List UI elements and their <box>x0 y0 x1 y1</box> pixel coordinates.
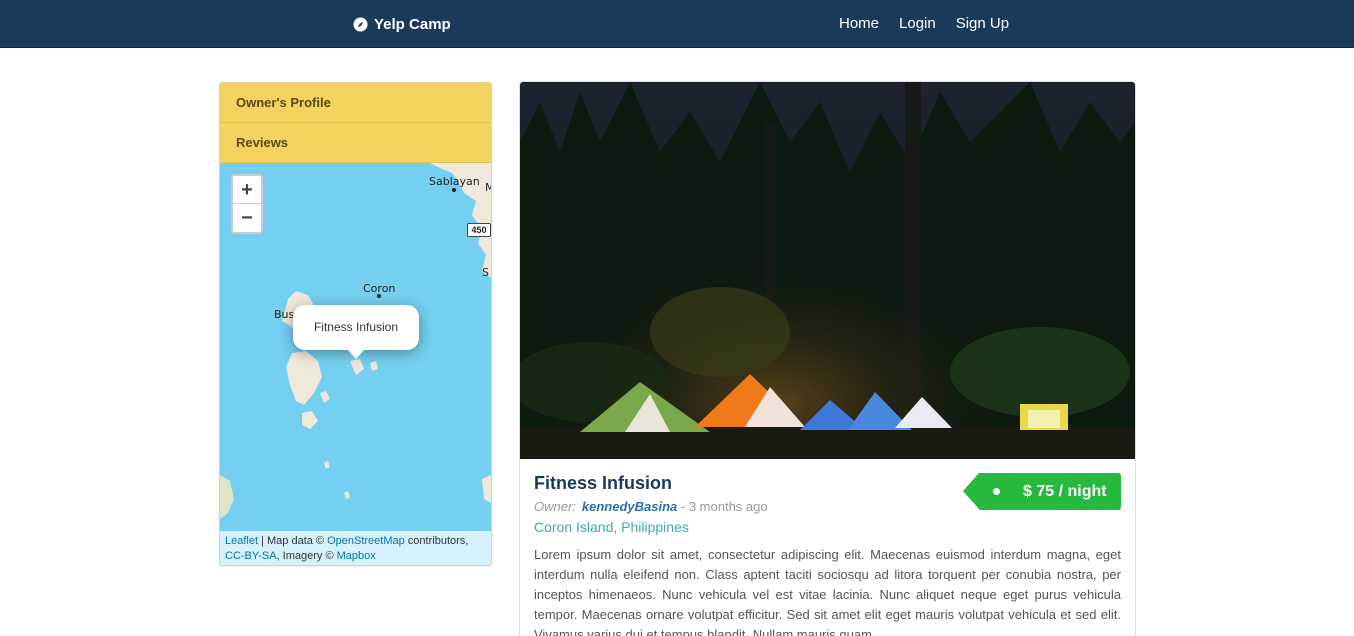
map-label-busuanga: Bus <box>274 308 295 321</box>
osm-link[interactable]: OpenStreetMap <box>327 535 405 547</box>
map-label-sablayan: Sablayan <box>429 175 480 188</box>
posted-time: - 3 months ago <box>677 499 768 514</box>
price-label: $ 75 / night <box>1023 483 1107 500</box>
attribution-contrib: contributors, <box>404 535 469 547</box>
owner-link[interactable]: kennedyBasina <box>582 499 677 514</box>
license-link[interactable]: CC-BY-SA <box>225 550 277 562</box>
zoom-out-button[interactable]: − <box>233 204 261 232</box>
mapbox-link[interactable]: Mapbox <box>337 550 376 562</box>
leaflet-link[interactable]: Leaflet <box>225 535 258 547</box>
nav-signup-link[interactable]: Sign Up <box>946 14 1019 34</box>
brand-link[interactable]: Yelp Camp <box>353 14 451 34</box>
map[interactable]: Sablayan Coron Bus S M 450 + − Fitness I… <box>220 163 491 565</box>
navbar: Yelp Camp Home Login Sign Up <box>0 0 1354 48</box>
attribution-imagery: , Imagery © <box>276 550 337 562</box>
map-popup: Fitness Infusion <box>293 305 419 359</box>
campground-location: Coron Island, Philippines <box>534 519 689 535</box>
attribution-text: | Map data © <box>258 535 328 547</box>
campground-caption: Fitness Infusion Owner: kennedyBasina - 3… <box>520 459 1135 636</box>
map-label-edge-m: M <box>485 181 491 194</box>
sidebar-item-reviews[interactable]: Reviews <box>220 123 491 163</box>
zoom-in-button[interactable]: + <box>233 176 261 204</box>
price-tag: $ 75 / night <box>963 473 1121 510</box>
map-zoom-control: + − <box>231 174 263 234</box>
map-attribution: Leaflet | Map data © OpenStreetMap contr… <box>220 531 491 565</box>
map-label-edge-s: S <box>482 266 489 279</box>
owner-label: Owner: <box>534 499 576 514</box>
brand-name: Yelp Camp <box>374 15 451 33</box>
sidebar: Owner's Profile Reviews Sablayan Coron B… <box>219 82 492 566</box>
campground-card: Fitness Infusion Owner: kennedyBasina - 3… <box>519 81 1136 636</box>
nav-login-link[interactable]: Login <box>889 14 946 34</box>
campground-image <box>520 82 1135 459</box>
nav-links: Home Login Sign Up <box>829 14 1019 34</box>
price-tag-hole-icon <box>993 488 1000 495</box>
sidebar-item-owners-profile[interactable]: Owner's Profile <box>220 83 491 123</box>
road-shield: 450 <box>467 223 491 237</box>
compass-icon <box>353 16 368 32</box>
campground-description: Lorem ipsum dolor sit amet, consectetur … <box>534 547 1121 636</box>
map-label-coron: Coron <box>363 282 396 295</box>
nav-home-link[interactable]: Home <box>829 14 889 34</box>
